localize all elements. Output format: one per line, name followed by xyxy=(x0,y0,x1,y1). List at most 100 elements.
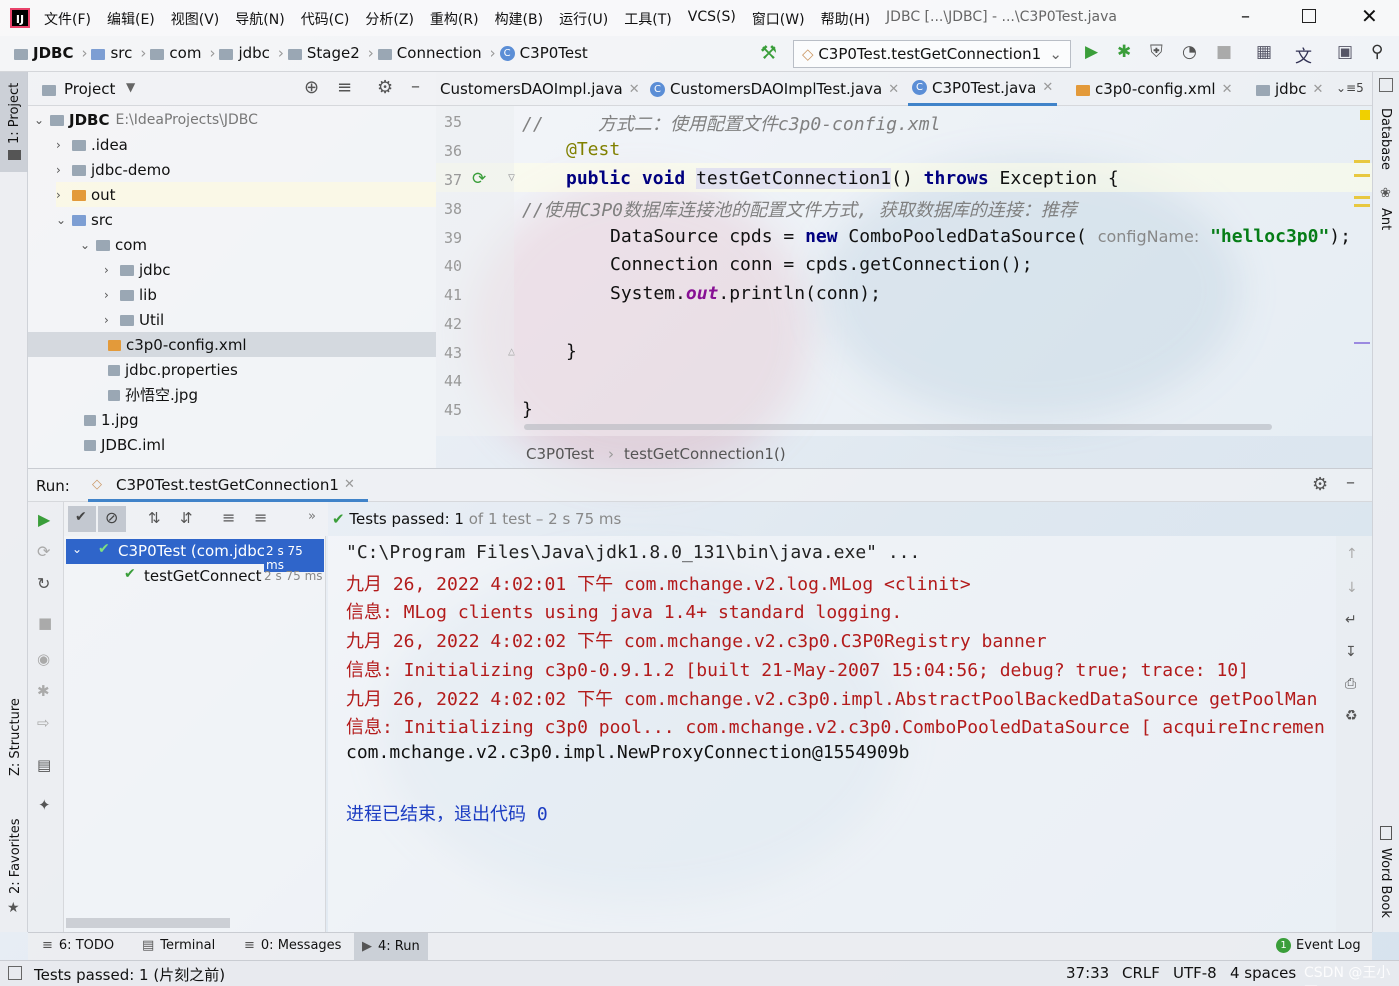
stop-icon[interactable]: ■ xyxy=(38,614,52,632)
line-separator[interactable]: CRLF xyxy=(1122,964,1160,982)
menu-window[interactable]: 窗口(W) xyxy=(752,9,805,29)
error-stripe-marker[interactable] xyxy=(1354,204,1370,207)
tree-item-src[interactable]: ⌄ src xyxy=(56,207,113,232)
close-window-icon[interactable]: ✕ xyxy=(1361,4,1378,28)
test-suite-row[interactable]: ⌄ ✔ C3P0Test (com.jdbc 2 s 75 ms xyxy=(66,539,324,572)
terminal-window-icon[interactable]: ▣ xyxy=(1337,42,1353,62)
error-stripe-marker[interactable] xyxy=(1354,160,1370,163)
profile-icon[interactable]: ◔ xyxy=(1182,42,1197,62)
tree-item-c3p0-config[interactable]: c3p0-config.xml xyxy=(28,332,436,357)
run-bottom-tab[interactable]: ▶ 4: Run xyxy=(354,933,428,960)
stop-icon[interactable]: ■ xyxy=(1216,42,1232,62)
tree-item-jdbc-properties[interactable]: jdbc.properties xyxy=(108,357,238,382)
menu-navigate[interactable]: 导航(N) xyxy=(235,9,284,29)
project-tool-label[interactable]: 1: Project xyxy=(7,83,22,144)
run-tab[interactable]: ◇ C3P0Test.testGetConnection1 ✕ xyxy=(88,469,368,502)
menu-refactor[interactable]: 重构(R) xyxy=(430,9,479,29)
trash-icon[interactable]: ♻ xyxy=(1345,708,1358,724)
tab-overflow-button[interactable]: ⌄≡5 xyxy=(1336,81,1364,95)
menu-help[interactable]: 帮助(H) xyxy=(821,9,870,29)
close-icon[interactable]: ✕ xyxy=(1042,80,1053,95)
structure-tool-label[interactable]: Z: Structure xyxy=(8,698,23,776)
collapse-all-icon[interactable]: ≡ xyxy=(254,508,267,527)
event-log-tab[interactable]: 1 Event Log xyxy=(1276,938,1361,953)
tree-item-com[interactable]: ⌄ com xyxy=(80,232,147,257)
toggle-auto-test-icon[interactable]: ↻ xyxy=(37,574,50,593)
breadcrumb-jdbc[interactable]: JDBC xyxy=(14,44,73,62)
favorites-tool-label[interactable]: 2: Favorites xyxy=(8,818,23,894)
coverage-icon[interactable]: ⛨ xyxy=(1150,42,1163,62)
exit-icon[interactable]: ⇨ xyxy=(37,714,50,732)
pin-icon[interactable]: ✦ xyxy=(38,796,51,814)
ant-tool-label[interactable]: Ant xyxy=(1378,208,1393,230)
chevron-down-icon[interactable]: ▼ xyxy=(126,80,135,94)
close-icon[interactable]: ✕ xyxy=(1222,82,1233,97)
error-stripe-marker[interactable] xyxy=(1354,196,1370,199)
code-editor[interactable]: // 方式二：使用配置文件c3p0-config.xml @Test publi… xyxy=(514,106,1372,436)
close-icon[interactable]: ✕ xyxy=(344,477,355,492)
sort-duration-icon[interactable]: ⇵ xyxy=(180,509,193,527)
tree-item-jdbc-iml[interactable]: JDBC.iml xyxy=(84,432,165,457)
scroll-position-marker[interactable] xyxy=(1354,342,1370,344)
breadcrumb-connection[interactable]: Connection xyxy=(377,44,482,62)
tree-item-jdbc-pkg[interactable]: › jdbc xyxy=(104,257,170,282)
layout-icon[interactable]: ▤ xyxy=(37,756,51,774)
menu-analyze[interactable]: 分析(Z) xyxy=(365,9,414,29)
tree-item-lib[interactable]: › lib xyxy=(104,282,157,307)
tree-item-jdbc-demo[interactable]: › jdbc-demo xyxy=(56,157,170,182)
toggle-tool-windows-icon[interactable] xyxy=(8,966,22,980)
show-ignored-button[interactable]: ⊘ xyxy=(98,506,126,532)
run-test-gutter-icon[interactable]: ⟳ xyxy=(472,169,486,189)
breadcrumb-src[interactable]: src xyxy=(91,44,132,62)
show-passed-button[interactable]: ✔ xyxy=(68,506,96,532)
tree-item-jdbc[interactable]: ⌄ JDBC E:\IdeaProjects\JDBC xyxy=(34,107,258,132)
horizontal-scrollbar[interactable] xyxy=(66,918,230,928)
tab-customers-dao-impl-test[interactable]: C CustomersDAOImplTest.java ✕ xyxy=(646,72,903,106)
gear-icon[interactable]: ⚙ xyxy=(377,77,393,98)
breadcrumb-jdbc-pkg[interactable]: jdbc xyxy=(219,44,270,62)
caret-position[interactable]: 37:33 xyxy=(1066,964,1109,982)
rerun-failed-icon[interactable]: ⟳ xyxy=(37,542,50,561)
debug-icon[interactable]: ✱ xyxy=(37,682,50,700)
build-hammer-icon[interactable]: ⚒ xyxy=(760,42,777,64)
search-icon[interactable]: ⚲ xyxy=(1371,42,1383,62)
tree-item-util[interactable]: › Util xyxy=(104,307,164,332)
run-icon[interactable]: ▶ xyxy=(1085,42,1098,62)
close-icon[interactable]: ✕ xyxy=(629,82,640,97)
error-stripe-marker[interactable] xyxy=(1354,174,1370,177)
translate-icon[interactable]: 文 xyxy=(1295,42,1312,67)
database-tool-label[interactable]: Database xyxy=(1378,108,1393,170)
down-arrow-icon[interactable]: ↓ xyxy=(1346,580,1358,596)
tab-c3p0test[interactable]: C C3P0Test.java ✕ xyxy=(908,72,1058,106)
locate-icon[interactable]: ⊕ xyxy=(304,77,319,98)
breadcrumb-c3p0test[interactable]: C C3P0Test xyxy=(499,44,588,62)
tab-c3p0-config[interactable]: c3p0-config.xml ✕ xyxy=(1072,72,1237,106)
print-icon[interactable]: ⎙ xyxy=(1345,676,1356,692)
wordbook-tool-label[interactable]: Word Book xyxy=(1378,848,1393,918)
scroll-to-end-icon[interactable]: ↧ xyxy=(1345,644,1357,660)
indent-setting[interactable]: 4 spaces xyxy=(1230,964,1296,982)
tree-item-idea[interactable]: › .idea xyxy=(56,132,128,157)
camera-icon[interactable]: ◉ xyxy=(37,650,50,668)
console-output[interactable]: "C:\Program Files\Java\jdk1.8.0_131\bin\… xyxy=(328,536,1336,932)
minimize-icon[interactable]: – xyxy=(1241,6,1250,27)
menu-vcs[interactable]: VCS(S) xyxy=(688,9,736,29)
project-structure-icon[interactable]: ▦ xyxy=(1256,42,1272,62)
tab-customers-dao-impl[interactable]: CustomersDAOImpl.java ✕ xyxy=(436,72,644,106)
soft-wrap-icon[interactable]: ↵ xyxy=(1345,612,1357,628)
close-icon[interactable]: ✕ xyxy=(888,82,899,97)
tab-jdbc[interactable]: jdbc ✕ xyxy=(1252,72,1327,106)
tree-item-out[interactable]: › out xyxy=(56,182,436,207)
horizontal-scrollbar[interactable] xyxy=(524,424,1272,430)
todo-tab[interactable]: ≡ 6: TODO xyxy=(42,938,114,953)
breadcrumb-com[interactable]: com xyxy=(150,44,201,62)
up-arrow-icon[interactable]: ↑ xyxy=(1346,546,1358,562)
status-message[interactable]: Tests passed: 1 (片刻之前) xyxy=(34,964,225,985)
test-method-row[interactable]: ✔ testGetConnect 2 s 75 ms xyxy=(66,564,324,589)
menu-view[interactable]: 视图(V) xyxy=(171,9,220,29)
hide-panel-icon[interactable]: – xyxy=(411,76,420,97)
menu-tools[interactable]: 工具(T) xyxy=(624,9,671,29)
menu-build[interactable]: 构建(B) xyxy=(495,9,544,29)
run-configuration-select[interactable]: ◇ C3P0Test.testGetConnection1 ⌄ xyxy=(793,40,1071,68)
menu-code[interactable]: 代码(C) xyxy=(301,9,350,29)
